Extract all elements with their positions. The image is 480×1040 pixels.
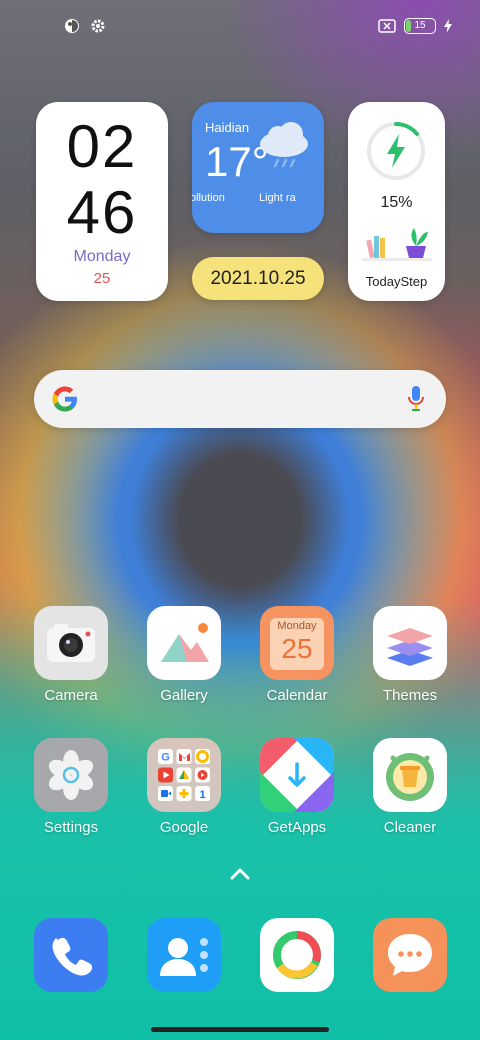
app-google-folder[interactable]: G 1 Google — [134, 738, 234, 836]
app-label: Themes — [382, 687, 438, 704]
step-progress-ring — [367, 121, 425, 180]
chevron-up-icon[interactable] — [228, 866, 252, 882]
app-label: Settings — [43, 819, 99, 836]
rain-cloud-icon — [260, 122, 308, 168]
mic-icon[interactable] — [408, 385, 424, 413]
contacts-icon[interactable] — [147, 918, 221, 992]
app-cleaner[interactable]: Cleaner — [360, 738, 460, 836]
app-label: Google — [159, 819, 209, 836]
svg-text:G: G — [161, 752, 170, 764]
status-bar: 15 — [0, 0, 480, 54]
camera-icon — [34, 606, 108, 680]
app-camera[interactable]: Camera — [21, 606, 121, 704]
cleaner-icon — [373, 738, 447, 812]
charging-bolt-icon — [444, 19, 452, 33]
weather-condition: Light ra — [259, 192, 296, 204]
calendar-icon-day: 25 — [281, 633, 313, 664]
app-label: Gallery — [160, 687, 208, 704]
phone-icon[interactable] — [34, 918, 108, 992]
step-percent: 15% — [380, 194, 413, 211]
app-getapps[interactable]: GetApps — [247, 738, 347, 836]
books-plant-icon — [362, 228, 432, 261]
app-themes[interactable]: Themes — [360, 606, 460, 704]
gallery-icon — [147, 606, 221, 680]
clock-day: Monday — [73, 248, 131, 265]
browser-icon[interactable] — [260, 918, 334, 992]
battery-level-text: 15 — [414, 20, 426, 31]
date-widget[interactable]: 2021.10.25 — [192, 257, 324, 300]
no-sim-icon — [378, 19, 396, 33]
clock-minute: 46 — [66, 179, 138, 246]
svg-text:1: 1 — [199, 789, 205, 801]
app-label: Calendar — [266, 687, 328, 704]
battery-icon: 15 — [404, 18, 436, 34]
clock-date: 25 — [93, 270, 111, 287]
home-indicator[interactable] — [151, 1027, 329, 1032]
step-widget[interactable]: 15% TodayStep — [348, 102, 445, 301]
vpn-shield-icon — [65, 19, 79, 33]
settings-icon — [34, 738, 108, 812]
clock-hour: 02 — [66, 113, 138, 180]
app-label: GetApps — [267, 819, 327, 836]
getapps-icon — [260, 738, 334, 812]
app-settings[interactable]: Settings — [21, 738, 121, 836]
app-label: Cleaner — [383, 819, 437, 836]
battery-level — [406, 20, 411, 32]
weather-pollution: ollution — [192, 192, 225, 204]
google-g-icon — [52, 386, 77, 412]
messages-icon[interactable] — [373, 918, 447, 992]
clock-widget[interactable]: 02 46 Monday 25 — [36, 102, 168, 301]
weather-city: Haidian — [205, 120, 250, 135]
calendar-icon-month: Monday — [277, 620, 317, 632]
app-label: Camera — [44, 687, 98, 704]
weather-widget[interactable]: Haidian 17° ollution Light ra — [192, 102, 324, 233]
app-calendar[interactable]: Monday 25 Calendar — [247, 606, 347, 704]
themes-icon — [373, 606, 447, 680]
google-folder-icon: G 1 — [147, 738, 221, 812]
calendar-icon: Monday 25 — [260, 606, 334, 680]
google-search-bar[interactable] — [34, 370, 446, 428]
settings-gear-icon — [91, 19, 105, 33]
step-label: TodayStep — [365, 274, 428, 289]
bolt-icon — [387, 134, 405, 168]
app-gallery[interactable]: Gallery — [134, 606, 234, 704]
